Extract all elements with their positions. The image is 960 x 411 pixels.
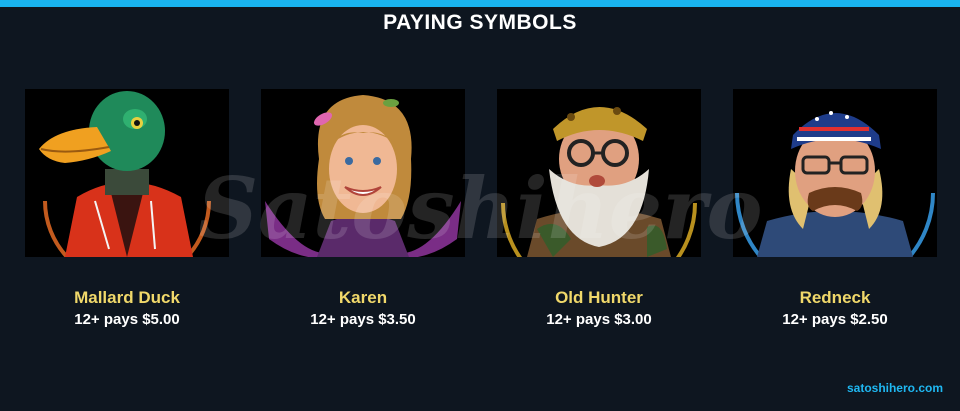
symbol-card-mallard-duck: Mallard Duck 12+ pays $5.00 [25,89,229,328]
site-link[interactable]: satoshihero.com [847,381,943,395]
mallard-duck-icon [39,91,211,257]
old-hunter-icon [501,107,697,257]
symbol-payout: 12+ pays $3.50 [310,311,416,328]
old-hunter-portrait [497,89,701,257]
top-accent-bar [0,0,960,7]
karen-portrait [261,89,465,257]
symbol-name: Old Hunter [555,288,643,307]
symbol-payout: 12+ pays $5.00 [74,311,180,328]
symbol-payout: 12+ pays $2.50 [782,311,888,328]
redneck-portrait [733,89,937,257]
symbol-name: Mallard Duck [74,288,180,307]
symbol-payout: 12+ pays $3.00 [546,311,652,328]
symbol-name: Redneck [799,288,871,307]
page-title: PAYING SYMBOLS [383,11,577,34]
paying-symbols-list: Mallard Duck 12+ pays $5.00 Karen 12+ pa… [0,89,960,329]
karen-icon [265,95,461,257]
symbol-card-karen: Karen 12+ pays $3.50 [261,89,465,328]
redneck-icon [735,111,935,257]
mallard-duck-portrait [25,89,229,257]
symbol-name: Karen [338,288,388,307]
symbol-card-redneck: Redneck 12+ pays $2.50 [733,89,937,328]
symbol-card-old-hunter: Old Hunter 12+ pays $3.00 [497,89,701,328]
